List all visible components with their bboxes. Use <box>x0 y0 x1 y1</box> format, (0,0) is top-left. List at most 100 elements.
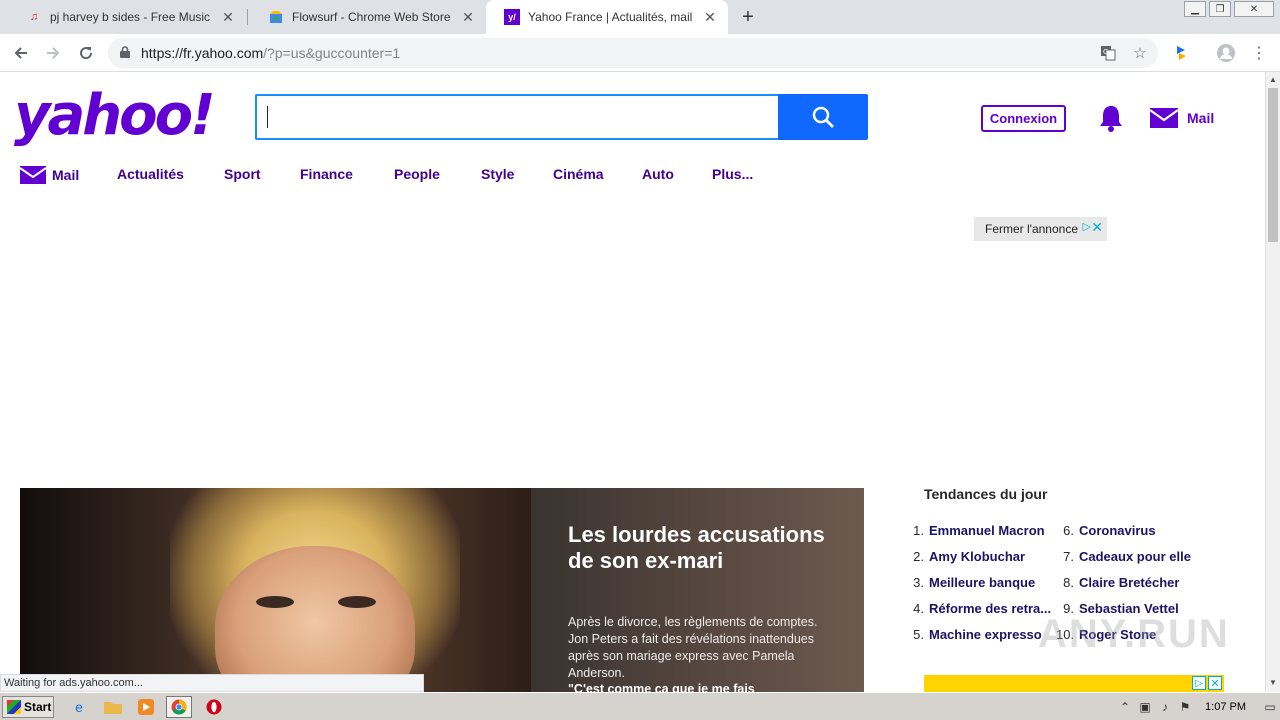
scrollbar-thumb[interactable] <box>1268 88 1278 242</box>
trend-item[interactable]: 4. Réforme des retra... <box>906 601 1051 616</box>
trend-item[interactable]: 5. Machine expresso <box>906 627 1042 642</box>
tab-title: Yahoo France | Actualités, mail et re <box>528 10 696 24</box>
reload-icon <box>80 47 93 60</box>
close-icon[interactable]: ✕ <box>460 9 476 25</box>
mail-envelope-icon <box>1150 108 1178 128</box>
system-tray: ⌃ ▣ ♪ ⚑ 1:07 PM ▭ <box>1115 695 1280 719</box>
search-button[interactable] <box>778 94 868 140</box>
trend-number: 6. <box>1063 523 1074 538</box>
minimize-button[interactable]: ▁ <box>1184 1 1206 17</box>
trend-term: Meilleure banque <box>929 575 1036 590</box>
start-button[interactable]: Start <box>2 696 54 718</box>
scroll-down-icon[interactable]: ▼ <box>1269 678 1277 687</box>
trend-item[interactable]: 8. Claire Bretécher <box>1056 575 1179 590</box>
lock-icon <box>120 46 130 58</box>
new-tab-button[interactable]: + <box>736 5 760 29</box>
browser-toolbar: https://fr.yahoo.com/?p=us&guccounter=1 … <box>0 34 1280 72</box>
trend-item[interactable]: 2. Amy Klobuchar <box>906 549 1025 564</box>
trend-term: Machine expresso <box>929 627 1042 642</box>
mail-link[interactable]: Mail <box>1150 108 1214 128</box>
trend-term: Claire Bretécher <box>1079 575 1180 590</box>
clock[interactable]: 1:07 PM <box>1205 701 1246 713</box>
search-input[interactable] <box>255 94 779 140</box>
translate-icon[interactable]: G <box>1097 42 1119 64</box>
opera-icon[interactable] <box>201 696 227 718</box>
status-bubble: Waiting for ads.yahoo.com... <box>0 674 424 692</box>
chrome-taskbar-icon[interactable] <box>166 696 192 718</box>
menu-kebab-icon[interactable]: ⋮ <box>1246 40 1272 66</box>
show-desktop-icon[interactable]: ▭ <box>1260 700 1280 714</box>
nav-label: Mail <box>52 167 80 183</box>
text-caret <box>267 106 268 128</box>
mail-label: Mail <box>1187 110 1215 126</box>
trends-title: Tendances du jour <box>924 486 1048 502</box>
forward-arrow-icon <box>47 47 60 59</box>
nav-item-sport[interactable]: Sport <box>224 166 261 182</box>
mail-envelope-icon <box>20 166 46 184</box>
media-player-icon[interactable] <box>133 696 159 718</box>
address-bar[interactable]: https://fr.yahoo.com/?p=us&guccounter=1 … <box>108 38 1158 68</box>
close-ad-label: Fermer l'annonce <box>985 222 1078 236</box>
network-icon[interactable]: ▣ <box>1135 700 1155 714</box>
sign-in-button[interactable]: Connexion <box>981 105 1066 132</box>
folder-icon[interactable] <box>100 696 126 718</box>
tab-title: Flowsurf - Chrome Web Store <box>292 10 451 24</box>
close-icon[interactable]: ✕ <box>1091 219 1103 236</box>
hero-story[interactable]: Les lourdes accusations de son ex-mari A… <box>20 488 864 692</box>
nav-item-people[interactable]: People <box>394 166 440 182</box>
action-center-flag-icon[interactable]: ⚑ <box>1175 700 1195 714</box>
close-ad-button[interactable]: Fermer l'annonce ▷ ✕ <box>974 217 1107 241</box>
tab-yahoo[interactable]: y/ Yahoo France | Actualités, mail et re… <box>486 0 728 34</box>
close-icon[interactable]: ✕ <box>220 9 236 25</box>
hero-summary: Après le divorce, les règlements de comp… <box>568 615 818 680</box>
reload-button[interactable] <box>73 40 99 66</box>
yahoo-logo[interactable]: yahoo! <box>14 88 216 144</box>
yahoo-favicon: y/ <box>504 9 520 25</box>
browser-tab-strip: ♫ pj harvey b sides - Free Music Downl ✕… <box>0 0 1280 34</box>
adchoices-icon[interactable]: ▷ <box>1192 676 1206 690</box>
trend-item[interactable]: 3. Meilleure banque <box>906 575 1035 590</box>
trend-number: 3. <box>913 575 924 590</box>
nav-item-auto[interactable]: Auto <box>642 166 674 182</box>
nav-item-actualites[interactable]: Actualités <box>117 166 184 182</box>
bottom-ad-banner[interactable]: ▷ ✕ <box>924 675 1224 692</box>
trend-item[interactable]: 1. Emmanuel Macron <box>906 523 1045 538</box>
trend-number: 8. <box>1063 575 1074 590</box>
hero-image-eye <box>338 596 376 608</box>
url-path: /?p=us&guccounter=1 <box>263 45 401 61</box>
nav-item-cinema[interactable]: Cinéma <box>553 166 604 182</box>
restore-button[interactable]: ❐ <box>1209 1 1231 17</box>
url-text[interactable]: https://fr.yahoo.com/?p=us&guccounter=1 <box>141 45 400 61</box>
tab-flowsurf[interactable]: Flowsurf - Chrome Web Store ✕ <box>250 0 486 34</box>
notification-bell-icon[interactable] <box>1098 104 1124 132</box>
scroll-up-icon[interactable]: ▲ <box>1269 75 1277 84</box>
nav-item-plus[interactable]: Plus... <box>712 166 753 182</box>
trend-item[interactable]: 7. Cadeaux pour elle <box>1056 549 1191 564</box>
profile-avatar-icon[interactable] <box>1213 40 1239 66</box>
start-label: Start <box>24 700 52 714</box>
hero-title[interactable]: Les lourdes accusations de son ex-mari <box>568 522 848 574</box>
show-hidden-icons-icon[interactable]: ⌃ <box>1115 700 1135 714</box>
nav-item-finance[interactable]: Finance <box>300 166 353 182</box>
ie-icon[interactable]: e <box>66 696 92 718</box>
extension-icon[interactable] <box>1168 40 1194 66</box>
forward-button[interactable] <box>40 40 66 66</box>
close-icon[interactable]: ✕ <box>1208 676 1222 690</box>
close-window-button[interactable]: ✕ <box>1234 1 1274 17</box>
nav-item-mail[interactable]: Mail <box>20 166 79 184</box>
trend-item[interactable]: 6. Coronavirus <box>1056 523 1155 538</box>
back-button[interactable] <box>8 40 34 66</box>
volume-icon[interactable]: ♪ <box>1155 700 1175 714</box>
tab-pj-harvey[interactable]: ♫ pj harvey b sides - Free Music Downl ✕ <box>8 0 246 34</box>
bookmark-star-icon[interactable]: ☆ <box>1129 42 1151 64</box>
hero-quote: "C'est comme ça que je me fais <box>568 682 755 692</box>
trend-number: 4. <box>913 601 924 616</box>
adchoices-icon[interactable]: ▷ <box>1083 220 1091 233</box>
page-scrollbar[interactable]: ▲ ▼ <box>1265 72 1280 692</box>
close-icon[interactable]: ✕ <box>702 9 718 25</box>
trend-number: 5. <box>913 627 924 642</box>
nav-item-style[interactable]: Style <box>481 166 514 182</box>
trend-term: Emmanuel Macron <box>929 523 1045 538</box>
windows-flag-icon <box>7 700 21 714</box>
trend-term: Cadeaux pour elle <box>1079 549 1191 564</box>
